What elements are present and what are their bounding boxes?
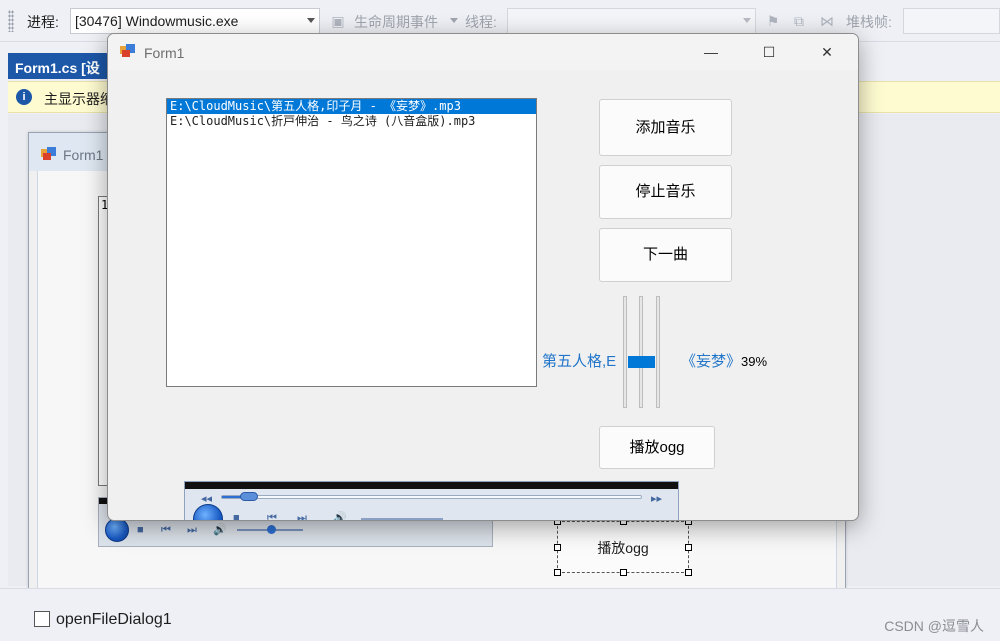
pause-icon[interactable] <box>193 504 223 520</box>
process-value: [30476] Windowmusic.exe <box>75 13 239 29</box>
playlist-item[interactable]: E:\CloudMusic\第五人格,印子月 - 《妄梦》.mp3 <box>167 99 536 114</box>
threads-icon[interactable]: ⧉ <box>790 12 808 30</box>
playlist-item[interactable]: E:\CloudMusic\折戸伸治 - 鸟之诗 (八音盒版).mp3 <box>167 114 536 129</box>
resize-handle[interactable] <box>685 544 692 551</box>
resize-handle[interactable] <box>685 569 692 576</box>
stop-music-button[interactable]: 停止音乐 <box>599 165 732 219</box>
resize-handle[interactable] <box>620 569 627 576</box>
chevron-down-icon <box>743 18 751 23</box>
seek-bar[interactable] <box>221 495 642 499</box>
fast-forward-icon[interactable]: ▸▸ <box>651 493 662 505</box>
designer-volume-knob[interactable] <box>267 525 276 534</box>
resize-handle[interactable] <box>554 544 561 551</box>
volume-icon[interactable]: 🔊 <box>333 512 347 520</box>
open-file-dialog-icon <box>34 611 50 627</box>
toolbar-grip[interactable] <box>8 10 14 32</box>
volume-track-right <box>656 296 660 408</box>
lifecycle-events-icon: ▣ <box>331 13 345 29</box>
volume-trackbar-thumb[interactable] <box>628 356 655 368</box>
designer-form-title: Form1 <box>63 147 104 163</box>
maximize-button[interactable]: ☐ <box>746 38 792 66</box>
open-file-dialog-component[interactable]: openFileDialog1 <box>56 611 172 629</box>
thread-label: 线程: <box>465 14 497 30</box>
stackframe-label: 堆栈帧: <box>846 14 892 30</box>
marquee-label-left: 第五人格,E <box>542 353 617 370</box>
stop-icon[interactable]: ■ <box>233 512 240 520</box>
designer-document-tab[interactable]: Form1.cs [设 <box>8 53 118 79</box>
app-title: Form1 <box>144 45 185 61</box>
previous-icon[interactable]: ⏮ <box>267 512 277 520</box>
thread-combo[interactable] <box>507 8 756 34</box>
designer-play-ogg-label: 播放ogg <box>597 540 649 556</box>
chevron-down-icon <box>307 18 315 23</box>
media-player-screen <box>185 482 678 489</box>
info-icon: i <box>16 89 32 105</box>
app-titlebar[interactable]: Form1 — ☐ ✕ <box>108 34 858 70</box>
lifecycle-events-button[interactable]: 生命周期事件 <box>354 12 438 32</box>
process-label: 进程: <box>27 14 59 30</box>
minimize-button[interactable]: — <box>688 38 734 66</box>
flag-icon[interactable]: ⚑ <box>764 12 782 30</box>
stackframe-combo[interactable] <box>903 8 1000 34</box>
resize-handle[interactable] <box>554 569 561 576</box>
stop-icon[interactable]: ■ <box>137 524 144 536</box>
process-combo[interactable]: [30476] Windowmusic.exe <box>70 8 320 34</box>
seek-knob[interactable] <box>240 492 258 501</box>
volume-icon[interactable]: 🔊 <box>213 524 227 536</box>
player-volume-track[interactable] <box>361 518 443 520</box>
component-tray: openFileDialog1 CSDN @逗雪人 <box>0 588 1000 641</box>
designer-play-ogg-button[interactable]: 播放ogg <box>554 518 692 576</box>
add-music-button[interactable]: 添加音乐 <box>599 99 732 156</box>
stack-icon[interactable]: ⋈ <box>818 12 836 30</box>
marquee-right-text: 《妄梦》 <box>681 353 742 370</box>
play-icon[interactable] <box>105 518 129 542</box>
volume-track-center <box>639 296 643 408</box>
info-bar-text: 主显示器缩 <box>44 91 114 107</box>
play-ogg-button[interactable]: 播放ogg <box>599 426 715 469</box>
app-window: Form1 — ☐ ✕ E:\CloudMusic\第五人格,印子月 - 《妄梦… <box>107 33 859 521</box>
previous-icon[interactable]: ⏮ <box>161 524 171 536</box>
volume-track-left <box>623 296 627 408</box>
close-button[interactable]: ✕ <box>804 38 850 66</box>
next-track-button[interactable]: 下一曲 <box>599 228 732 282</box>
chevron-down-icon <box>450 18 458 23</box>
next-icon[interactable]: ⏭ <box>297 512 307 520</box>
volume-percent: 39% <box>741 354 768 369</box>
form-icon <box>120 44 135 57</box>
media-player[interactable]: ◂◂ ▸▸ ■ ⏮ ⏭ 🔊 <box>184 481 679 520</box>
next-icon[interactable]: ⏭ <box>187 524 197 536</box>
watermark: CSDN @逗雪人 <box>884 618 984 634</box>
marquee-label-right: 《妄梦》39% <box>681 350 767 371</box>
playlist-listbox[interactable]: E:\CloudMusic\第五人格,印子月 - 《妄梦》.mp3 E:\Clo… <box>166 98 537 387</box>
form-icon <box>41 147 56 160</box>
